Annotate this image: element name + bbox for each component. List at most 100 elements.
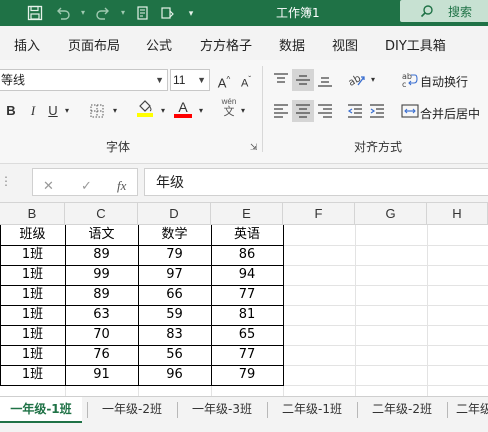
cancel-icon[interactable]: ✕ (43, 178, 54, 194)
phonetic-dropdown-icon[interactable]: ▾ (236, 100, 250, 122)
undo-icon[interactable] (52, 2, 74, 24)
tab-fangfang[interactable]: 方方格子 (200, 35, 252, 54)
table-cell[interactable]: 59 (138, 305, 211, 325)
table-cell[interactable]: 65 (211, 325, 283, 345)
table-cell[interactable]: 81 (211, 305, 283, 325)
touch-mode-icon[interactable] (132, 2, 154, 24)
table-cell[interactable]: 79 (211, 365, 283, 385)
quick-access-icon[interactable] (156, 2, 178, 24)
font-color-dropdown-icon[interactable]: ▾ (194, 100, 208, 122)
column-header-d[interactable]: D (138, 203, 211, 225)
font-dialog-launcher-icon[interactable]: ⇲ (250, 142, 258, 153)
wrap-text-label[interactable]: 自动换行 (420, 73, 468, 90)
column-header-b[interactable]: B (0, 203, 65, 225)
table-cell[interactable]: 79 (138, 245, 211, 265)
table-cell[interactable]: 70 (65, 325, 138, 345)
borders-dropdown-icon[interactable]: ▾ (108, 100, 122, 122)
table-cell[interactable]: 1班 (0, 345, 65, 365)
table-cell[interactable]: 86 (211, 245, 283, 265)
tab-data[interactable]: 数据 (279, 35, 305, 54)
tab-diy-toolbox[interactable]: DIY工具箱 (385, 35, 446, 54)
tab-view[interactable]: 视图 (332, 35, 358, 54)
align-center-icon[interactable] (292, 100, 314, 122)
table-cell[interactable]: 83 (138, 325, 211, 345)
column-header-f[interactable]: F (283, 203, 355, 225)
sheet-tab[interactable]: 二年级-1班 (270, 397, 354, 423)
align-middle-icon[interactable] (292, 69, 314, 91)
grow-font-button[interactable]: A^ (213, 69, 235, 91)
redo-icon[interactable] (92, 2, 114, 24)
header-cell[interactable]: 班级 (0, 225, 65, 245)
borders-icon[interactable] (86, 100, 108, 122)
table-cell[interactable]: 76 (65, 345, 138, 365)
sheet-tab[interactable]: 二年级-2班 (360, 397, 444, 423)
table-cell[interactable]: 77 (211, 285, 283, 305)
table-cell[interactable]: 91 (65, 365, 138, 385)
fill-color-dropdown-icon[interactable]: ▾ (156, 100, 170, 122)
column-header-c[interactable]: C (65, 203, 138, 225)
header-cell[interactable]: 数学 (138, 225, 211, 245)
insert-function-icon[interactable]: fx (117, 178, 126, 194)
sheet-tab[interactable]: 二年级 (450, 397, 488, 423)
table-cell[interactable]: 89 (65, 245, 138, 265)
svg-text:c: c (402, 80, 406, 89)
increase-indent-icon[interactable] (366, 100, 388, 122)
formula-input[interactable] (144, 168, 488, 196)
tab-formulas[interactable]: 公式 (146, 35, 172, 54)
header-cell[interactable]: 英语 (211, 225, 283, 245)
table-cell[interactable]: 1班 (0, 245, 65, 265)
name-box-handle[interactable]: ⋮ (0, 174, 12, 188)
font-color-button[interactable]: A (172, 98, 194, 120)
table-cell[interactable]: 66 (138, 285, 211, 305)
column-header-e[interactable]: E (211, 203, 283, 225)
shrink-font-button[interactable]: Aˇ (235, 69, 257, 91)
column-header-g[interactable]: G (355, 203, 427, 225)
save-icon[interactable] (24, 2, 46, 24)
italic-button[interactable]: I (22, 100, 44, 122)
table-cell[interactable]: 1班 (0, 325, 65, 345)
font-name-select[interactable]: 等线 ▼ (0, 69, 168, 91)
fill-color-icon[interactable] (134, 98, 156, 120)
bold-button[interactable]: B (0, 100, 22, 122)
redo-dropdown-icon[interactable]: ▾ (112, 2, 134, 24)
merge-center-label[interactable]: 合并后居中 (420, 105, 480, 122)
table-cell[interactable]: 77 (211, 345, 283, 365)
merge-center-icon[interactable] (399, 100, 421, 122)
enter-icon[interactable]: ✓ (81, 178, 92, 194)
tab-insert[interactable]: 插入 (14, 35, 40, 54)
align-right-icon[interactable] (314, 100, 336, 122)
table-cell[interactable]: 94 (211, 265, 283, 285)
chevron-down-icon: ▼ (197, 75, 206, 85)
decrease-indent-icon[interactable] (344, 100, 366, 122)
table-cell[interactable]: 97 (138, 265, 211, 285)
sheet-tab-active[interactable]: 一年级-1班 (0, 397, 82, 423)
orientation-dropdown-icon[interactable]: ▾ (366, 69, 380, 91)
worksheet-grid[interactable]: BCDEFGH 班级 语文 数学 英语 1班 89 79 86 1班 99 97 94 1班 89 66 77… (0, 202, 488, 406)
undo-dropdown-icon[interactable]: ▾ (72, 2, 94, 24)
underline-dropdown-icon[interactable]: ▾ (60, 100, 74, 122)
table-cell[interactable]: 1班 (0, 285, 65, 305)
column-header-h[interactable]: H (427, 203, 488, 225)
sheet-tab[interactable]: 一年级-3班 (180, 397, 264, 423)
font-size-select[interactable]: 11 ▼ (170, 69, 210, 91)
search-box[interactable]: 搜索 (400, 0, 488, 22)
ribbon: 等线 ▼ 11 ▼ A^ Aˇ B I U ▾ ▾ ▾ A ▾ wén 文 ▾ … (0, 60, 488, 164)
align-top-icon[interactable] (270, 69, 292, 91)
table-cell[interactable]: 1班 (0, 365, 65, 385)
tab-divider (357, 402, 358, 418)
header-cell[interactable]: 语文 (65, 225, 138, 245)
table-cell[interactable]: 96 (138, 365, 211, 385)
align-bottom-icon[interactable] (314, 69, 336, 91)
table-cell[interactable]: 1班 (0, 305, 65, 325)
table-cell[interactable]: 56 (138, 345, 211, 365)
tab-page-layout[interactable]: 页面布局 (68, 35, 120, 54)
table-cell[interactable]: 63 (65, 305, 138, 325)
wrap-text-icon[interactable]: ab c (399, 69, 421, 91)
align-left-icon[interactable] (270, 100, 292, 122)
sheet-tab[interactable]: 一年级-2班 (90, 397, 174, 423)
customize-qat-icon[interactable]: ▾ (180, 2, 202, 24)
table-cell[interactable]: 1班 (0, 265, 65, 285)
table-cell[interactable]: 99 (65, 265, 138, 285)
orientation-icon[interactable]: ab (346, 69, 368, 91)
table-cell[interactable]: 89 (65, 285, 138, 305)
